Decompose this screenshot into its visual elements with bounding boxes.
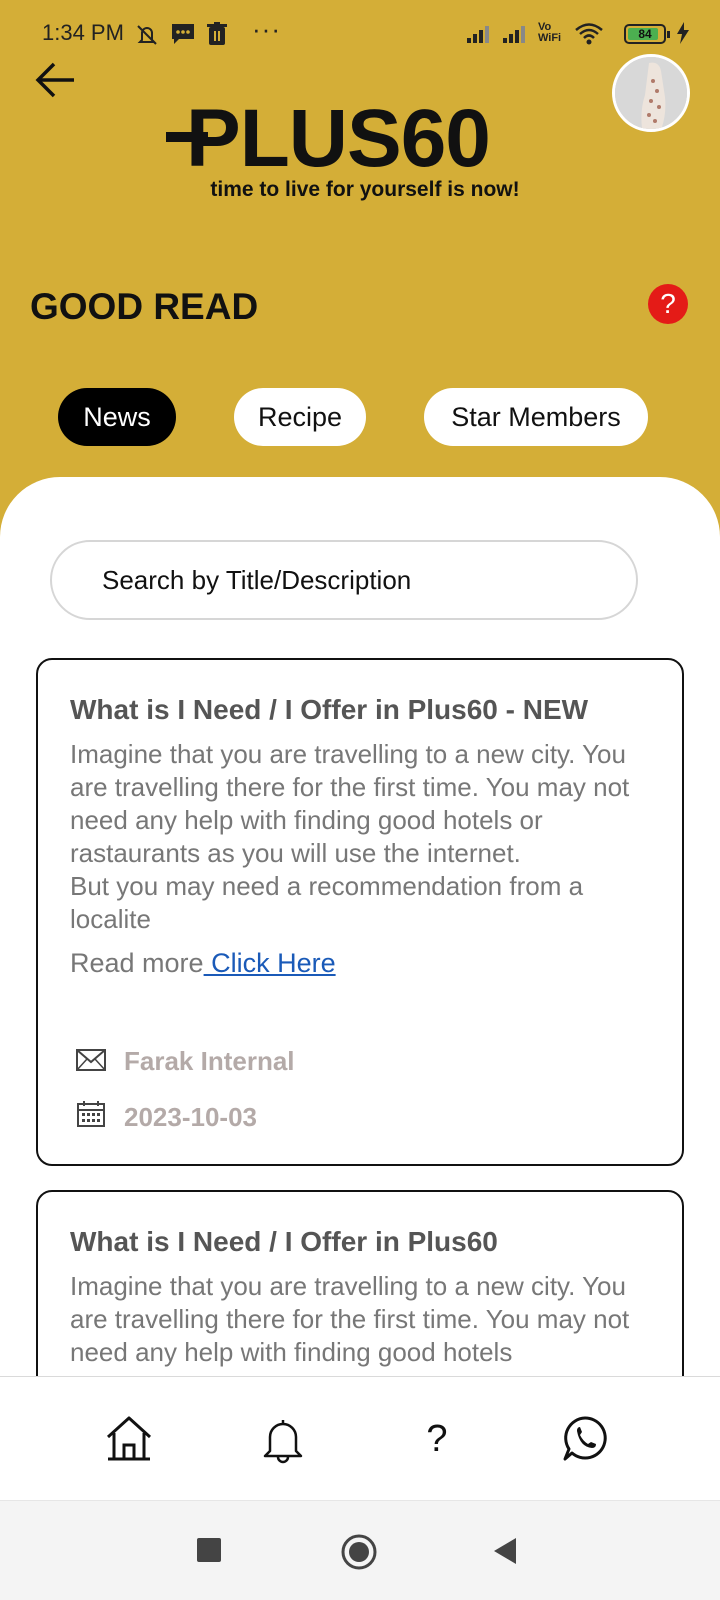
article-author: Farak Internal	[124, 1046, 295, 1076]
article-description: Imagine that you are travelling to a new…	[70, 1271, 630, 1367]
bottom-navigation: ?	[0, 1376, 720, 1500]
bell-icon	[263, 1420, 303, 1464]
home-icon	[106, 1416, 152, 1461]
article-card[interactable]: What is I Need / I Offer in Plus60 Imagi…	[36, 1190, 684, 1376]
back-button[interactable]	[492, 1537, 518, 1565]
article-description: Imagine that you are travelling to a new…	[70, 739, 630, 934]
recents-button[interactable]	[196, 1537, 222, 1563]
article-title: What is I Need / I Offer in Plus60 - NEW	[70, 694, 589, 725]
search-input[interactable]	[50, 540, 638, 620]
article-card[interactable]: What is I Need / I Offer in Plus60 - NEW…	[36, 658, 684, 1166]
read-more-label: Read more	[70, 948, 204, 978]
home-button[interactable]	[340, 1533, 378, 1571]
mail-icon	[76, 1049, 106, 1071]
article-date: 2023-10-03	[124, 1102, 257, 1132]
whatsapp-icon	[563, 1416, 607, 1461]
question-icon: ?	[426, 1418, 448, 1460]
article-title: What is I Need / I Offer in Plus60	[70, 1226, 498, 1257]
read-more-row: Read more Click Here	[70, 948, 336, 979]
click-here-link[interactable]: Click Here	[204, 948, 336, 978]
calendar-icon	[77, 1101, 105, 1127]
nav-home[interactable]	[104, 1413, 154, 1465]
nav-notifications[interactable]	[258, 1413, 308, 1465]
nav-whatsapp[interactable]	[560, 1413, 610, 1465]
content-viewport: What is I Need / I Offer in Plus60 - NEW…	[0, 0, 720, 1376]
nav-help[interactable]: ?	[412, 1413, 462, 1465]
system-nav-bar	[0, 1500, 720, 1600]
